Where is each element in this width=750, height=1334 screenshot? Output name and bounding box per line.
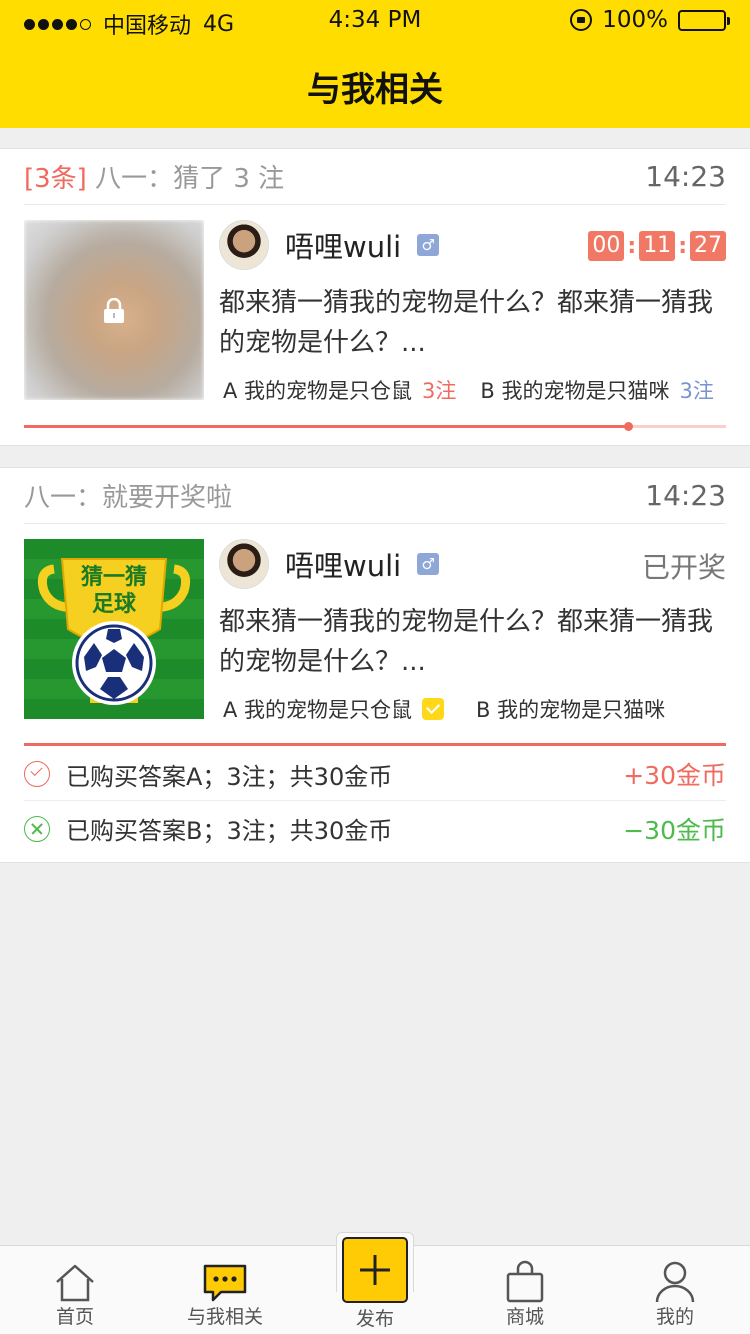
status-bar: 中国移动 4G 4:34 PM 100% <box>0 0 750 40</box>
username: 唔哩wuli <box>285 230 402 264</box>
progress-knob <box>623 422 633 431</box>
card-time: 14:23 <box>645 160 726 193</box>
card-header: 八一：就要开奖啦 14:23 <box>24 468 726 524</box>
question-text: 都来猜一猜我的宠物是什么？都来猜一猜我的宠物是什么？... <box>219 288 714 358</box>
checkmark-icon <box>422 698 445 720</box>
option-b-bets: 3注 <box>679 379 714 403</box>
option-b[interactable]: B 我的宠物是只猫咪 <box>476 694 665 724</box>
image-text-line2: 足球 <box>92 592 137 617</box>
result-amount: +30金币 <box>623 761 726 790</box>
chat-icon <box>203 1264 247 1302</box>
countdown-timer: 00 : 11 : 27 <box>588 231 726 261</box>
user-info[interactable]: 唔哩wuli ♂ <box>219 539 440 589</box>
option-a-bets: 3注 <box>422 379 457 403</box>
card-header: [3条] 八一：猜了 3 注 14:23 <box>24 149 726 205</box>
blurred-pet-image[interactable] <box>24 220 204 400</box>
tab-label: 首页 <box>55 1306 94 1328</box>
guess-card[interactable]: [3条] 八一：猜了 3 注 14:23 唔哩wuli ♂ 00 : 11 : … <box>0 148 750 446</box>
avatar[interactable] <box>219 220 269 270</box>
divider <box>24 743 726 746</box>
result-row: 已购买答案B；3注；共30金币 −30金币 <box>24 802 726 855</box>
card-time: 14:23 <box>645 479 726 512</box>
progress-bar <box>24 422 726 431</box>
check-circle-icon <box>24 761 50 787</box>
status-label: 已开奖 <box>641 551 726 584</box>
header-bar: 中国移动 4G 4:34 PM 100% 与我相关 <box>0 0 750 128</box>
bag-icon <box>506 1260 544 1303</box>
result-text: 已购买答案B；3注；共30金币 <box>66 817 393 845</box>
user-icon <box>655 1261 695 1303</box>
tab-label: 发布 <box>355 1308 394 1330</box>
tab-label: 商城 <box>505 1306 544 1328</box>
tab-label: 与我相关 <box>186 1306 263 1328</box>
result-text: 已购买答案A；3注；共30金币 <box>66 762 393 791</box>
user-info[interactable]: 唔哩wuli ♂ <box>219 220 440 270</box>
x-circle-icon <box>24 815 50 842</box>
avatar[interactable] <box>219 539 269 589</box>
image-text-line1: 猜一猜 <box>80 565 147 590</box>
option-b[interactable]: B 我的宠物是只猫咪 3注 <box>480 375 713 405</box>
tab-label: 我的 <box>655 1306 694 1328</box>
battery-percent: 100% <box>602 7 668 33</box>
countdown-minutes: 11 <box>639 231 676 261</box>
countdown-hours: 00 <box>588 231 625 261</box>
card-summary: 八一：就要开奖啦 <box>24 483 233 513</box>
count-badge: [3条] <box>24 164 87 194</box>
male-icon: ♂ <box>417 553 440 575</box>
card-summary: 八一：猜了 3 注 <box>95 164 285 194</box>
page-title: 与我相关 <box>307 70 443 110</box>
home-icon <box>56 1264 94 1302</box>
battery-icon <box>678 9 730 31</box>
football-trophy-image[interactable]: 猜一猜 足球 <box>24 539 204 719</box>
options-row: A 我的宠物是只仓鼠 3注 B 我的宠物是只猫咪 3注 <box>223 375 726 405</box>
lock-icon <box>104 298 124 323</box>
tab-related[interactable]: 与我相关 <box>150 1246 300 1334</box>
result-row: 已购买答案A；3注；共30金币 +30金币 <box>24 748 726 801</box>
tab-home[interactable]: 首页 <box>0 1246 150 1334</box>
countdown-seconds: 27 <box>690 231 726 261</box>
publish-button[interactable] <box>342 1237 408 1303</box>
male-icon: ♂ <box>417 234 440 256</box>
question-text: 都来猜一猜我的宠物是什么？都来猜一猜我的宠物是什么？... <box>219 607 714 677</box>
trophy-icon: 猜一猜 足球 <box>37 558 191 705</box>
plus-icon <box>360 1255 390 1285</box>
tab-mine[interactable]: 我的 <box>600 1246 750 1334</box>
option-a[interactable]: A 我的宠物是只仓鼠 <box>223 694 445 724</box>
guess-card[interactable]: 八一：就要开奖啦 14:23 猜一猜 足球 唔哩wuli ♂ 已开奖 都来猜一猜… <box>0 467 750 863</box>
orientation-lock-icon <box>570 9 593 31</box>
options-row: A 我的宠物是只仓鼠 B 我的宠物是只猫咪 <box>223 694 726 724</box>
tab-shop[interactable]: 商城 <box>450 1246 600 1334</box>
result-amount: −30金币 <box>623 815 726 845</box>
option-a[interactable]: A 我的宠物是只仓鼠 3注 <box>223 375 456 405</box>
username: 唔哩wuli <box>285 549 402 583</box>
